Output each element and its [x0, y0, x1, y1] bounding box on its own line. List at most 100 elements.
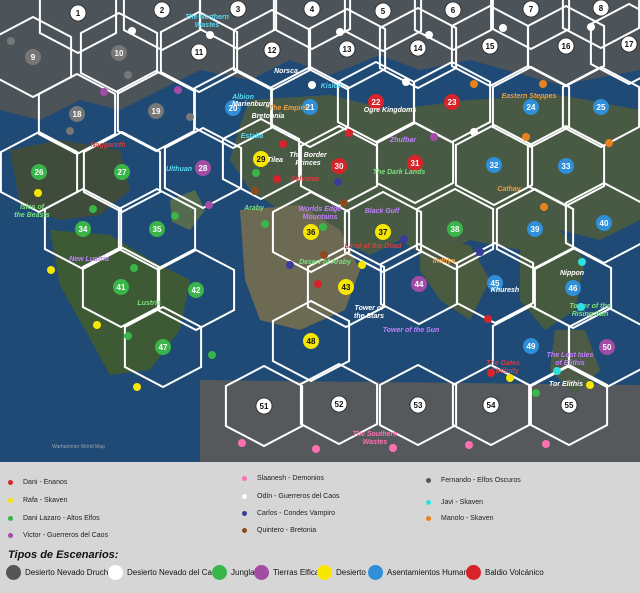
player-marker[interactable] [430, 133, 438, 141]
player-marker[interactable] [358, 261, 366, 269]
player-marker[interactable] [586, 381, 594, 389]
player-legend-item: Fernando - Elfos Oscuros [426, 477, 521, 484]
player-marker[interactable] [286, 261, 294, 269]
player-marker[interactable] [487, 369, 495, 377]
player-marker[interactable] [578, 258, 586, 266]
player-marker[interactable] [402, 78, 410, 86]
player-legend-item: Odín - Guerreros del Caos [242, 493, 339, 500]
scenario-type-item: Tierras Elficas [254, 565, 323, 580]
player-marker[interactable] [476, 248, 484, 256]
player-marker[interactable] [465, 441, 473, 449]
player-color-dot [426, 516, 431, 521]
player-marker[interactable] [89, 205, 97, 213]
player-color-dot [426, 478, 431, 483]
player-marker[interactable] [506, 374, 514, 382]
player-marker[interactable] [7, 37, 15, 45]
player-marker[interactable] [522, 133, 530, 141]
player-marker[interactable] [425, 31, 433, 39]
player-marker[interactable] [47, 266, 55, 274]
hex-number: 43 [342, 283, 351, 292]
player-marker[interactable] [470, 128, 478, 136]
player-marker[interactable] [605, 139, 613, 147]
legend-panel: Dani - Enanos Rafa - Skaven Dani Lazaro - … [0, 462, 640, 593]
hex-number: 26 [35, 168, 44, 177]
player-marker[interactable] [553, 367, 561, 375]
hex-number: 33 [562, 162, 571, 171]
player-marker[interactable] [133, 383, 141, 391]
player-marker[interactable] [251, 187, 259, 195]
player-marker[interactable] [186, 113, 194, 121]
region-label: Eastern Steppes [502, 93, 557, 100]
region-label: Albion [231, 94, 254, 101]
player-marker[interactable] [336, 28, 344, 36]
player-marker[interactable] [484, 315, 492, 323]
player-legend-item: Victor - Guerreros del Caos [8, 532, 108, 539]
hex-number: 22 [372, 98, 381, 107]
region-label: Kislev [321, 83, 343, 90]
player-marker[interactable] [400, 235, 408, 243]
player-marker[interactable] [66, 127, 74, 135]
hex-number: 53 [414, 401, 423, 410]
player-marker[interactable] [205, 201, 213, 209]
player-legend-item: Dani Lazaro - Altos Elfos [8, 515, 100, 522]
player-marker[interactable] [540, 203, 548, 211]
player-marker[interactable] [319, 223, 327, 231]
scenario-type-label: Desierto [336, 568, 366, 577]
hex-map: 1 2 3 4 5 6 7 89 10 11 12 13 14 15 16 1718 19 20 2122 2324 2… [0, 0, 640, 462]
player-marker[interactable] [124, 332, 132, 340]
player-marker[interactable] [308, 81, 316, 89]
region-label: The Dark Lands [373, 169, 426, 176]
player-marker[interactable] [208, 351, 216, 359]
player-legend-item: Quintero - Bretonia [242, 527, 316, 534]
player-marker[interactable] [279, 140, 287, 148]
player-marker[interactable] [130, 264, 138, 272]
hex-number: 55 [565, 401, 574, 410]
hex-number: 36 [307, 228, 316, 237]
region-label: Indhya [433, 258, 456, 265]
player-marker[interactable] [389, 444, 397, 452]
player-marker[interactable] [314, 280, 322, 288]
player-color-dot [8, 480, 13, 485]
hex-number: 16 [562, 42, 571, 51]
player-marker[interactable] [174, 86, 182, 94]
player-color-dot [426, 500, 431, 505]
player-marker[interactable] [334, 178, 342, 186]
player-legend-label: Odín - Guerreros del Caos [257, 493, 340, 500]
hex-number: 24 [527, 103, 536, 112]
player-marker[interactable] [470, 80, 478, 88]
player-marker[interactable] [93, 321, 101, 329]
player-marker[interactable] [171, 212, 179, 220]
player-marker[interactable] [252, 169, 260, 177]
player-marker[interactable] [542, 440, 550, 448]
player-legend-label: Manolo - Skaven [441, 515, 494, 522]
player-marker[interactable] [577, 303, 585, 311]
player-marker[interactable] [238, 439, 246, 447]
hex-number: 19 [152, 107, 161, 116]
player-marker[interactable] [340, 199, 348, 207]
player-marker[interactable] [312, 445, 320, 453]
region-label: The Empire [269, 105, 307, 112]
player-color-dot [8, 533, 13, 538]
player-marker[interactable] [261, 220, 269, 228]
player-legend-label: Dani - Enanos [23, 479, 68, 486]
world-map: 1 2 3 4 5 6 7 8 9 10 11 12 13 14 15 16 17 18 19 20 21 22 23 24 2… [0, 0, 640, 462]
player-marker[interactable] [206, 31, 214, 39]
hex-number: 50 [603, 343, 612, 352]
player-marker[interactable] [124, 71, 132, 79]
player-legend-label: Dani Lazaro - Altos Elfos [23, 515, 100, 522]
player-marker[interactable] [273, 175, 281, 183]
player-marker[interactable] [532, 389, 540, 397]
player-marker[interactable] [128, 27, 136, 35]
player-marker[interactable] [320, 251, 328, 259]
player-marker[interactable] [100, 88, 108, 96]
player-marker[interactable] [539, 80, 547, 88]
player-marker[interactable] [34, 189, 42, 197]
scenario-color-dot [108, 565, 123, 580]
hex-number: 18 [73, 110, 82, 119]
player-marker[interactable] [345, 129, 353, 137]
player-legend-label: Quintero - Bretonia [257, 527, 317, 534]
player-marker[interactable] [499, 24, 507, 32]
hex-number: 52 [335, 400, 344, 409]
hex-number: 14 [414, 44, 423, 53]
player-marker[interactable] [587, 23, 595, 31]
